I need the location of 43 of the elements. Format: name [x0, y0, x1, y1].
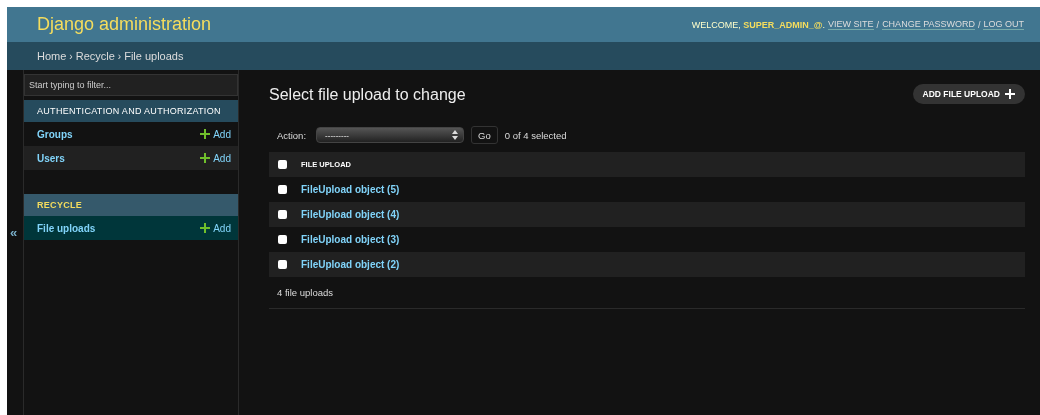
plus-icon [1005, 89, 1015, 99]
paginator-text: 4 file uploads [269, 277, 1025, 309]
plus-icon [200, 223, 211, 233]
site-title[interactable]: Django administration [37, 14, 212, 35]
breadcrumb-current: File uploads [124, 50, 184, 62]
plus-icon [200, 129, 211, 139]
app-header[interactable]: RECYCLE [24, 194, 238, 216]
page-title: Select file upload to change [269, 85, 466, 104]
selection-counter: 0 of 4 selected [504, 129, 567, 141]
checkbox[interactable] [278, 185, 287, 194]
object-link[interactable]: FileUpload object (2) [301, 259, 400, 270]
plus-icon [200, 153, 211, 163]
separator-text: / [876, 19, 880, 30]
collapse-sidebar-button[interactable]: « [7, 225, 18, 240]
breadcrumb-separator: › [69, 50, 73, 62]
header-link[interactable]: VIEW SITE [828, 19, 874, 30]
object-link[interactable]: FileUpload object (4) [301, 209, 400, 220]
filter-field[interactable]: Start typing to filter... [24, 74, 238, 96]
checkbox[interactable] [278, 235, 287, 244]
header-link[interactable]: LOG OUT [983, 19, 1024, 30]
object-link[interactable]: FileUpload object (5) [301, 184, 400, 195]
model-link[interactable]: Groups [37, 128, 73, 140]
breadcrumb-link[interactable]: Home [37, 50, 67, 62]
add-link[interactable]: Add [200, 128, 231, 140]
header-link[interactable]: CHANGE PASSWORD [882, 19, 975, 30]
action-label: Action: [277, 129, 307, 141]
add-link[interactable]: Add [200, 222, 231, 234]
breadcrumb-link[interactable]: Recycle [75, 50, 115, 62]
welcome-text: WELCOME, SUPER_ADMIN_@. [691, 19, 826, 30]
model-link[interactable]: File uploads [37, 222, 96, 234]
object-link[interactable]: FileUpload object (3) [301, 234, 400, 245]
add-file-upload-button[interactable]: ADD FILE UPLOAD [912, 84, 1025, 104]
app-header[interactable]: AUTHENTICATION AND AUTHORIZATION [24, 100, 238, 122]
go-button[interactable]: Go [471, 126, 498, 144]
checkbox[interactable] [278, 260, 287, 269]
model-link[interactable]: Users [37, 152, 65, 164]
add-link[interactable]: Add [200, 152, 231, 164]
checkbox[interactable] [278, 160, 287, 169]
updown-icon [452, 130, 459, 140]
action-select[interactable]: --------- [316, 127, 465, 143]
breadcrumb-separator: › [117, 50, 122, 62]
checkbox[interactable] [278, 210, 287, 219]
separator-text: / [977, 19, 981, 30]
